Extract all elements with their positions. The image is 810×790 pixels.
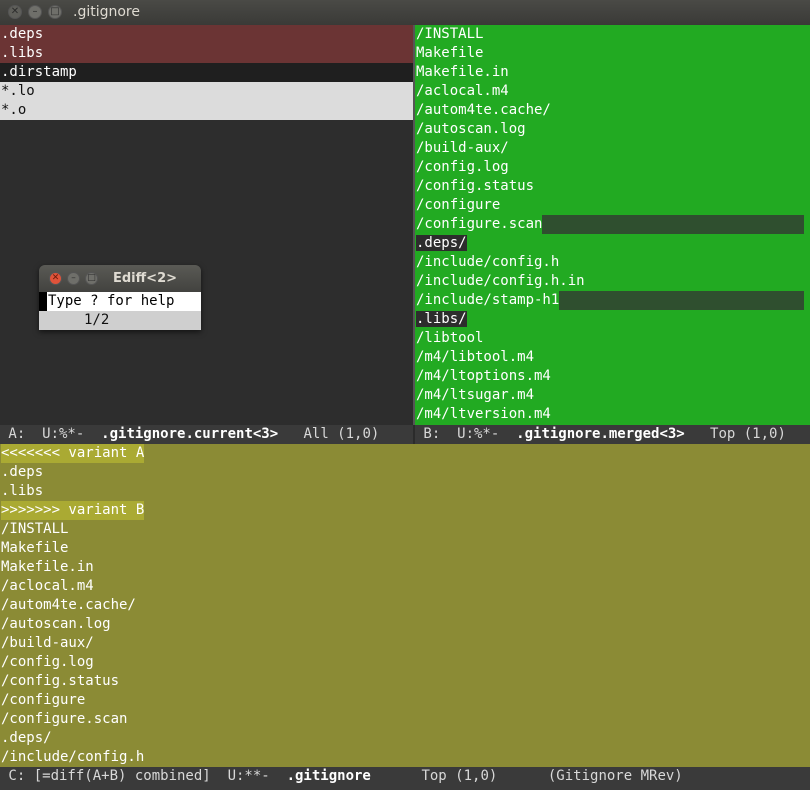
text-line: /m4/ltsugar.m4	[416, 387, 535, 403]
text-line-content: .libs/	[416, 311, 467, 327]
text-line-highlighted: /configure.scan	[415, 215, 810, 234]
text-line: /config.status	[416, 178, 535, 194]
close-icon[interactable]: ✕	[49, 272, 62, 285]
ediff-help-prompt: Type ? for help	[39, 292, 201, 311]
text-line: /config.status	[1, 673, 120, 689]
conflict-marker-text: <<<<<<< variant A	[1, 444, 145, 463]
text-line: Makefile.in	[416, 64, 509, 80]
buffer-b[interactable]: /INSTALL Makefile Makefile.in /aclocal.m…	[415, 25, 810, 425]
text-line: /configure	[1, 692, 86, 708]
text-line: /autom4te.cache/	[1, 597, 136, 613]
text-line: *.lo	[0, 82, 413, 101]
ediff-control-window[interactable]: ✕ – □ Ediff<2> Type ? for help 1/2	[39, 265, 201, 330]
modeline-a-buffer: .gitignore.current<3>	[101, 426, 279, 442]
ediff-control-title: Ediff<2>	[113, 271, 178, 286]
window-titlebar: ✕ – □ .gitignore	[0, 0, 810, 26]
text-line-content: /configure.scan	[416, 216, 543, 232]
text-line: /autoscan.log	[1, 616, 111, 632]
close-icon[interactable]: ✕	[8, 5, 22, 19]
modeline-c-buffer: .gitignore	[286, 768, 371, 784]
text-line: Makefile	[416, 45, 484, 61]
text-line: Makefile.in	[1, 559, 94, 575]
text-line: /build-aux/	[416, 140, 509, 156]
text-line: /libtool	[416, 330, 484, 346]
text-line: .dirstamp	[0, 63, 413, 82]
text-line: /aclocal.m4	[1, 578, 94, 594]
buffer-c[interactable]: <<<<<<< variant A .deps .libs >>>>>>> va…	[0, 444, 810, 767]
text-line: .libs	[1, 483, 44, 499]
text-line: .deps	[0, 25, 413, 44]
ediff-diff-counter: 1/2	[39, 311, 201, 330]
text-line: /autom4te.cache/	[416, 102, 551, 118]
text-line: /aclocal.m4	[416, 83, 509, 99]
modeline-b-status: B: U:%*-	[415, 426, 517, 442]
minimize-icon[interactable]: –	[67, 272, 80, 285]
text-line: /include/config.h	[416, 254, 560, 270]
diff-refine-block	[559, 291, 805, 310]
maximize-icon[interactable]: □	[85, 272, 98, 285]
text-line: /build-aux/	[1, 635, 94, 651]
text-line: /include/config.h	[1, 749, 145, 765]
conflict-marker-a: <<<<<<< variant A	[0, 444, 810, 463]
text-line: /INSTALL	[1, 521, 69, 537]
modeline-c[interactable]: C: [=diff(A+B) combined] U:**- .gitignor…	[0, 767, 810, 790]
text-line: .deps	[1, 464, 44, 480]
text-line-highlighted: /include/stamp-h1	[415, 291, 810, 310]
text-line-content: .deps/	[416, 235, 467, 251]
text-line: /configure.scan	[1, 711, 128, 727]
diff-refine-block	[542, 215, 805, 234]
window-title: .gitignore	[73, 4, 140, 20]
modeline-a-status: A: U:%*-	[0, 426, 102, 442]
buffer-a[interactable]: .deps .libs .dirstamp *.lo *.o	[0, 25, 413, 425]
modeline-b-buffer: .gitignore.merged<3>	[516, 426, 685, 442]
text-line: /config.log	[416, 159, 509, 175]
text-line: /autoscan.log	[416, 121, 526, 137]
text-line: /include/config.h.in	[416, 273, 585, 289]
modeline-c-position: Top (1,0) (Gitignore MRev)	[370, 768, 683, 784]
text-line: /configure	[416, 197, 501, 213]
text-line: *.o	[0, 101, 413, 120]
text-line: .deps/	[1, 730, 52, 746]
modeline-b[interactable]: B: U:%*- .gitignore.merged<3> Top (1,0)	[415, 425, 810, 444]
modeline-a-position: All (1,0)	[278, 426, 380, 442]
minimize-icon[interactable]: –	[28, 5, 42, 19]
text-line: /INSTALL	[416, 26, 484, 42]
maximize-icon[interactable]: □	[48, 5, 62, 19]
text-line: /config.log	[1, 654, 94, 670]
text-line: .libs	[0, 44, 413, 63]
ediff-control-titlebar: ✕ – □ Ediff<2>	[39, 265, 201, 292]
modeline-c-status: C: [=diff(A+B) combined] U:**-	[0, 768, 287, 784]
text-line: .libs/	[415, 310, 810, 329]
text-line-content: /include/stamp-h1	[416, 292, 560, 308]
modeline-a[interactable]: A: U:%*- .gitignore.current<3> All (1,0)	[0, 425, 413, 444]
conflict-marker-text: >>>>>>> variant B	[1, 501, 145, 520]
text-line: .deps/	[415, 234, 810, 253]
text-line: /m4/ltversion.m4	[416, 406, 551, 422]
modeline-b-position: Top (1,0)	[684, 426, 786, 442]
text-line: /m4/ltoptions.m4	[416, 368, 551, 384]
text-line: Makefile	[1, 540, 69, 556]
text-line: /m4/libtool.m4	[416, 349, 535, 365]
conflict-marker-b: >>>>>>> variant B	[0, 501, 810, 520]
